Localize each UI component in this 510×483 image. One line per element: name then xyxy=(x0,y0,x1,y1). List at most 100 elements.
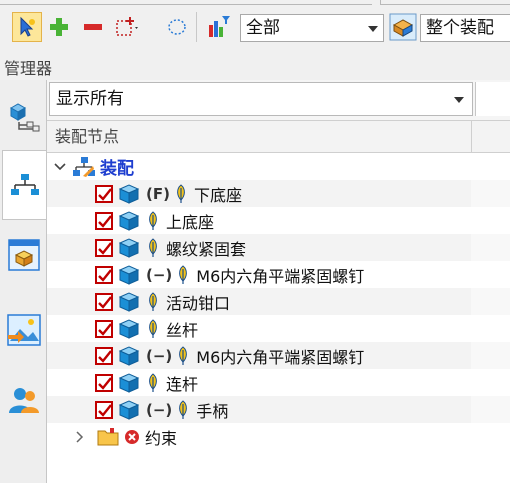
tree-part-row[interactable]: 丝杆 xyxy=(47,315,510,342)
column-divider[interactable] xyxy=(471,121,472,152)
part-cube-icon xyxy=(118,210,140,231)
pointer-icon xyxy=(20,16,35,37)
toolbar: 全部 整个装配 xyxy=(0,0,510,50)
show-filter-value: 显示所有 xyxy=(56,89,124,109)
assembly-root-icon xyxy=(73,156,95,177)
feather-icon xyxy=(179,399,188,419)
part-tree-icon xyxy=(9,103,40,132)
part-label: 下底座 xyxy=(193,185,242,205)
feather-icon xyxy=(179,264,188,284)
tab-image-manager[interactable] xyxy=(2,295,46,365)
part-label: 活动钳口 xyxy=(166,293,231,313)
part-label: 上底座 xyxy=(166,212,215,232)
window-box-icon xyxy=(8,239,40,271)
assembly-select[interactable]: 整个装配 xyxy=(420,14,510,42)
visibility-checkbox[interactable] xyxy=(95,319,113,338)
tab-users[interactable] xyxy=(2,365,46,435)
chevron-right-icon[interactable] xyxy=(73,430,87,444)
part-label: 手柄 xyxy=(196,401,229,421)
checkmark-icon xyxy=(98,241,112,255)
assembly-button[interactable] xyxy=(388,12,418,42)
part-cube-icon xyxy=(118,183,140,204)
minus-icon xyxy=(84,24,102,30)
tree-part-row[interactable]: (−) M6内六角平端紧固螺钉 xyxy=(47,342,510,369)
visibility-checkbox[interactable] xyxy=(95,292,113,311)
remove-button[interactable] xyxy=(78,12,108,42)
part-status-tag: (F) xyxy=(146,184,170,203)
hierarchy-icon xyxy=(10,174,39,195)
visibility-checkbox[interactable] xyxy=(95,373,113,392)
visibility-checkbox[interactable] xyxy=(95,238,113,257)
checkmark-icon xyxy=(98,295,112,309)
tree-root-row[interactable]: 装配 xyxy=(47,153,510,180)
show-filter-select[interactable]: 显示所有 xyxy=(49,82,473,116)
tree-part-row[interactable]: 活动钳口 xyxy=(47,288,510,315)
visibility-checkbox[interactable] xyxy=(95,265,113,284)
feather-icon xyxy=(149,237,157,257)
select-pointer-button[interactable] xyxy=(12,12,42,42)
checkmark-icon xyxy=(98,403,112,417)
filter-select[interactable]: 全部 xyxy=(240,14,384,42)
assembly-icon xyxy=(389,13,417,41)
tab-part-tree[interactable] xyxy=(2,80,46,150)
visibility-checkbox[interactable] xyxy=(95,211,113,230)
part-label: 螺纹紧固套 xyxy=(166,239,247,259)
assembly-select-value: 整个装配 xyxy=(426,18,494,38)
assembly-tree: 装配 (F) 下底座上底座螺纹紧固套 (−) M6内六角平端紧固螺钉 活动钳口丝杆 (−)… xyxy=(47,153,510,450)
feather-icon xyxy=(149,372,157,392)
checkmark-icon xyxy=(98,349,112,363)
image-icon xyxy=(7,314,41,346)
left-tab-strip xyxy=(0,80,46,483)
users-icon xyxy=(9,388,39,413)
filter-extra-field[interactable] xyxy=(475,82,510,116)
tab-view-manager[interactable] xyxy=(2,220,46,290)
part-status-tag: (−) xyxy=(146,400,173,419)
checkmark-icon xyxy=(98,322,112,336)
feather-icon xyxy=(149,291,157,311)
part-cube-icon xyxy=(118,399,140,420)
part-label: 连杆 xyxy=(166,374,199,394)
folder-icon xyxy=(97,427,119,445)
column-header[interactable]: 装配节点 xyxy=(47,120,510,153)
visibility-checkbox[interactable] xyxy=(95,400,113,419)
checkmark-icon xyxy=(98,376,112,390)
part-cube-icon xyxy=(118,318,140,339)
part-label: M6内六角平端紧固螺钉 xyxy=(196,347,365,367)
tree-part-row[interactable]: (−) 手柄 xyxy=(47,396,510,423)
part-status-tag: (−) xyxy=(146,346,173,365)
plus-icon xyxy=(50,18,68,36)
tree-constraints-row[interactable]: 约束 xyxy=(47,423,510,450)
chart-filter-icon xyxy=(209,16,230,37)
box-select-button[interactable] xyxy=(110,12,144,42)
filter-row: 显示所有 xyxy=(47,80,510,120)
chevron-down-icon[interactable] xyxy=(53,160,67,174)
tab-assembly-tree[interactable] xyxy=(2,150,46,220)
part-cube-icon xyxy=(118,237,140,258)
part-status-tag: (−) xyxy=(146,265,173,284)
visibility-checkbox[interactable] xyxy=(95,184,113,203)
column-header-label: 装配节点 xyxy=(55,127,120,146)
part-cube-icon xyxy=(118,264,140,285)
visibility-checkbox[interactable] xyxy=(95,346,113,365)
tree-part-row[interactable]: (F) 下底座 xyxy=(47,180,510,207)
assembly-manager-panel: 显示所有 装配节点 装配 (F) 下底座上底座螺纹紧固套 (−) M6内六角平端紧固螺… xyxy=(46,80,510,483)
lasso-icon xyxy=(168,19,186,35)
part-cube-icon xyxy=(118,372,140,393)
add-button[interactable] xyxy=(44,12,74,42)
tree-root-label: 装配 xyxy=(100,159,134,179)
chart-filter-button[interactable] xyxy=(204,12,234,42)
tree-part-row[interactable]: 上底座 xyxy=(47,207,510,234)
feather-icon xyxy=(179,345,188,365)
tree-part-row[interactable]: 连杆 xyxy=(47,369,510,396)
manager-title: 管理器 xyxy=(4,59,53,78)
feather-icon xyxy=(149,318,157,338)
tree-part-row[interactable]: 螺纹紧固套 xyxy=(47,234,510,261)
part-label: 丝杆 xyxy=(166,320,199,340)
tree-part-row[interactable]: (−) M6内六角平端紧固螺钉 xyxy=(47,261,510,288)
feather-icon xyxy=(149,210,157,230)
feather-icon xyxy=(177,183,185,203)
part-cube-icon xyxy=(118,291,140,312)
checkmark-icon xyxy=(98,187,112,201)
chevron-down-icon xyxy=(454,97,464,103)
lasso-select-button[interactable] xyxy=(162,12,192,42)
